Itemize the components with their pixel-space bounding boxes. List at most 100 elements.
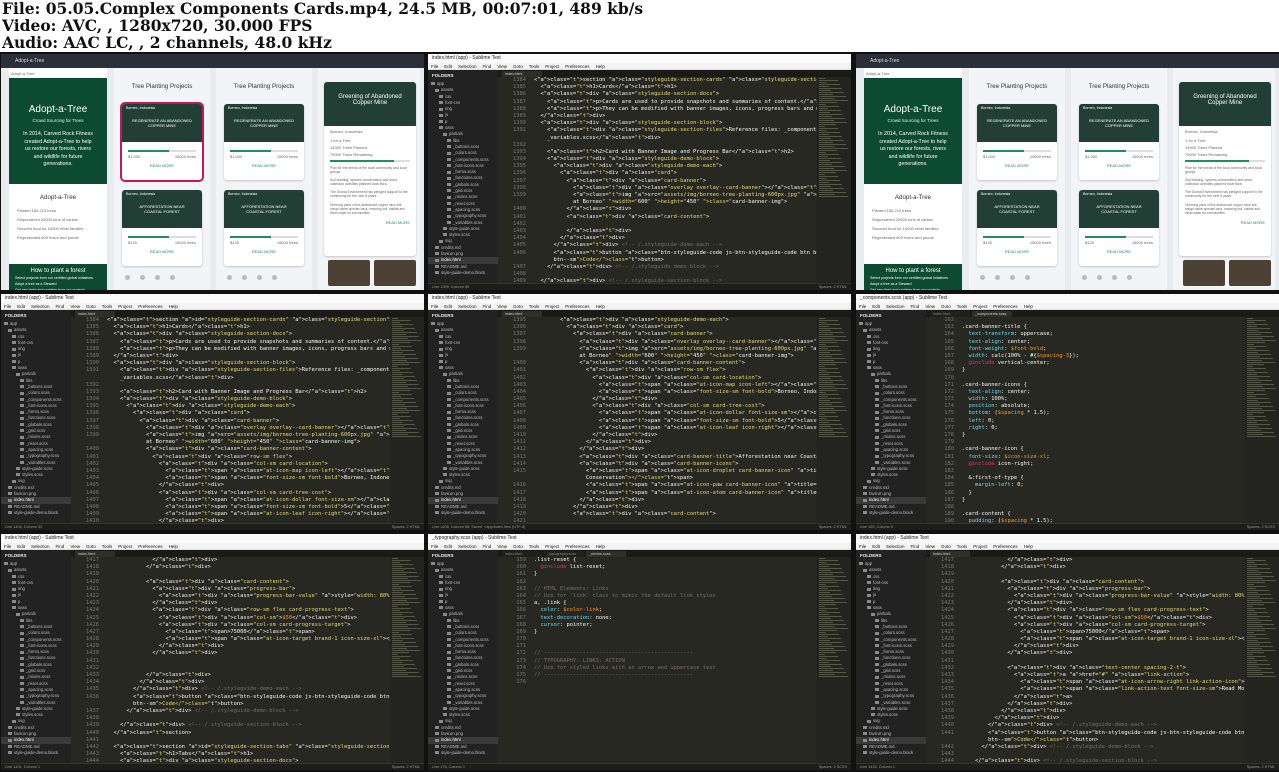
menu-item-tools[interactable]: Tools [529,544,540,549]
gallery-thumbnail[interactable] [1229,260,1271,286]
menu-item-edit[interactable]: Edit [444,304,452,309]
menu-item-file[interactable]: File [431,544,438,549]
browser-tab[interactable]: Adopt-a-Tree [856,54,1279,68]
nav-icon[interactable] [1082,275,1087,280]
menu-item-edit[interactable]: Edit [444,64,452,69]
menu-item-edit[interactable]: Edit [872,304,880,309]
menu-item-selection[interactable]: Selection [886,544,905,549]
minimap[interactable] [1245,317,1279,523]
sidebar-file-item[interactable]: style-guide-demo.block [428,750,498,756]
menu-item-project[interactable]: Project [545,544,559,549]
menu-item-view[interactable]: View [70,544,80,549]
menu-item-preferences[interactable]: Preferences [565,304,589,309]
menu-item-selection[interactable]: Selection [458,304,477,309]
feature-card[interactable]: Greening of Abandoned Copper Mine Borneo,… [324,82,416,256]
code-editor[interactable]: index.html 1417 </"a">class="t">div> 1418 … [71,550,424,763]
menu-item-selection[interactable]: Selection [458,544,477,549]
project-card[interactable]: Borneo, Indonesia AFFORESTATION NEAR COAS… [977,190,1057,266]
menu-item-tools[interactable]: Tools [529,64,540,69]
menu-item-tools[interactable]: Tools [529,304,540,309]
read-more-link[interactable]: READ MORE [977,249,1057,254]
feature-read-more[interactable]: READ MORE [324,218,416,227]
gallery-thumbnail[interactable] [328,260,370,286]
menu-item-tools[interactable]: Tools [957,544,968,549]
code-editor[interactable]: index.html _typography.scss _mixins.scss 15… [498,550,851,763]
minimap[interactable] [1245,557,1279,763]
menu-item-help[interactable]: Help [596,304,605,309]
project-card[interactable]: Borneo, Indonesia AFFORESTATION NEAR COAS… [122,190,202,266]
menu-item-project[interactable]: Project [118,304,132,309]
read-more-link[interactable]: READ MORE [1079,163,1159,168]
sidebar-file-item[interactable]: style-guide-demo.block [428,270,498,276]
browser-tab[interactable]: Adopt-a-Tree [1,54,424,68]
menu-item-preferences[interactable]: Preferences [138,544,162,549]
menu-item-help[interactable]: Help [1024,304,1033,309]
code-editor[interactable]: index.html 1395 <"a">class="t">div "a">cl… [498,310,851,523]
sidebar-file-item[interactable]: style-guide-demo.block [1,750,71,756]
menu-item-preferences[interactable]: Preferences [565,64,589,69]
read-more-link[interactable]: READ MORE [122,163,202,168]
read-more-link[interactable]: READ MORE [122,249,202,254]
menu-item-help[interactable]: Help [596,64,605,69]
menu-item-edit[interactable]: Edit [444,544,452,549]
nav-icon[interactable] [272,275,277,280]
menu-item-help[interactable]: Help [596,544,605,549]
menu-item-goto[interactable]: Goto [513,544,523,549]
menu-item-selection[interactable]: Selection [886,304,905,309]
menu-item-find[interactable]: Find [483,544,492,549]
nav-icon[interactable] [1097,275,1102,280]
minimap[interactable] [817,557,851,763]
menu-item-edit[interactable]: Edit [872,544,880,549]
menu-item-project[interactable]: Project [118,544,132,549]
menu-item-goto[interactable]: Goto [941,544,951,549]
menu-item-file[interactable]: File [859,544,866,549]
menu-item-project[interactable]: Project [973,304,987,309]
menu-item-find[interactable]: Find [911,544,920,549]
menu-item-goto[interactable]: Goto [86,304,96,309]
nav-icon[interactable] [1127,275,1132,280]
code-editor[interactable]: index.html _components.scss 162 163 .card-ba… [926,310,1279,523]
gallery-thumbnail[interactable] [1183,260,1225,286]
menu-item-find[interactable]: Find [911,304,920,309]
menu-item-goto[interactable]: Goto [86,544,96,549]
project-card[interactable]: Borneo, Indonesia REGENERATE AN ABANDONED… [120,102,204,182]
nav-icon[interactable] [1010,275,1015,280]
menu-item-project[interactable]: Project [973,544,987,549]
nav-icon[interactable] [257,275,262,280]
menu-item-help[interactable]: Help [169,304,178,309]
gallery-thumbnail[interactable] [374,260,416,286]
read-more-link[interactable]: READ MORE [224,249,304,254]
menu-item-view[interactable]: View [925,304,935,309]
menu-item-edit[interactable]: Edit [17,544,25,549]
feature-read-more[interactable]: READ MORE [1179,218,1271,227]
nav-icon[interactable] [170,275,175,280]
sidebar-file-item[interactable]: style-guide-demo.block [428,510,498,516]
menu-item-tools[interactable]: Tools [102,544,113,549]
project-card[interactable]: Borneo, Indonesia AFFORESTATION NEAR COAS… [224,190,304,266]
minimap[interactable] [390,317,424,523]
nav-icon[interactable] [1112,275,1117,280]
menu-item-preferences[interactable]: Preferences [138,304,162,309]
nav-icon[interactable] [155,275,160,280]
nav-icon[interactable] [980,275,985,280]
project-card[interactable]: Borneo, Indonesia AFFORESTATION NEAR COAS… [1079,190,1159,266]
menu-item-project[interactable]: Project [545,64,559,69]
menu-item-goto[interactable]: Goto [513,304,523,309]
menu-item-view[interactable]: View [497,544,507,549]
project-card[interactable]: Borneo, Indonesia REGENERATE AN ABANDONED… [1079,104,1159,180]
menu-item-find[interactable]: Find [56,304,65,309]
sidebar-file-item[interactable]: style-guide-demo.block [856,510,926,516]
menu-item-view[interactable]: View [70,304,80,309]
code-editor[interactable]: index.html 1384 <"a">class="t">section "a"… [71,310,424,523]
project-card[interactable]: Borneo, Indonesia REGENERATE AN ABANDONED… [224,104,304,180]
menu-item-preferences[interactable]: Preferences [993,544,1017,549]
sidebar-file-item[interactable]: style-guide-demo.block [1,510,71,516]
menu-item-view[interactable]: View [925,544,935,549]
menu-item-preferences[interactable]: Preferences [993,304,1017,309]
menu-item-view[interactable]: View [497,64,507,69]
menu-item-find[interactable]: Find [483,64,492,69]
menu-item-goto[interactable]: Goto [513,64,523,69]
minimap[interactable] [390,557,424,763]
menu-item-edit[interactable]: Edit [17,304,25,309]
menu-item-help[interactable]: Help [1024,544,1033,549]
